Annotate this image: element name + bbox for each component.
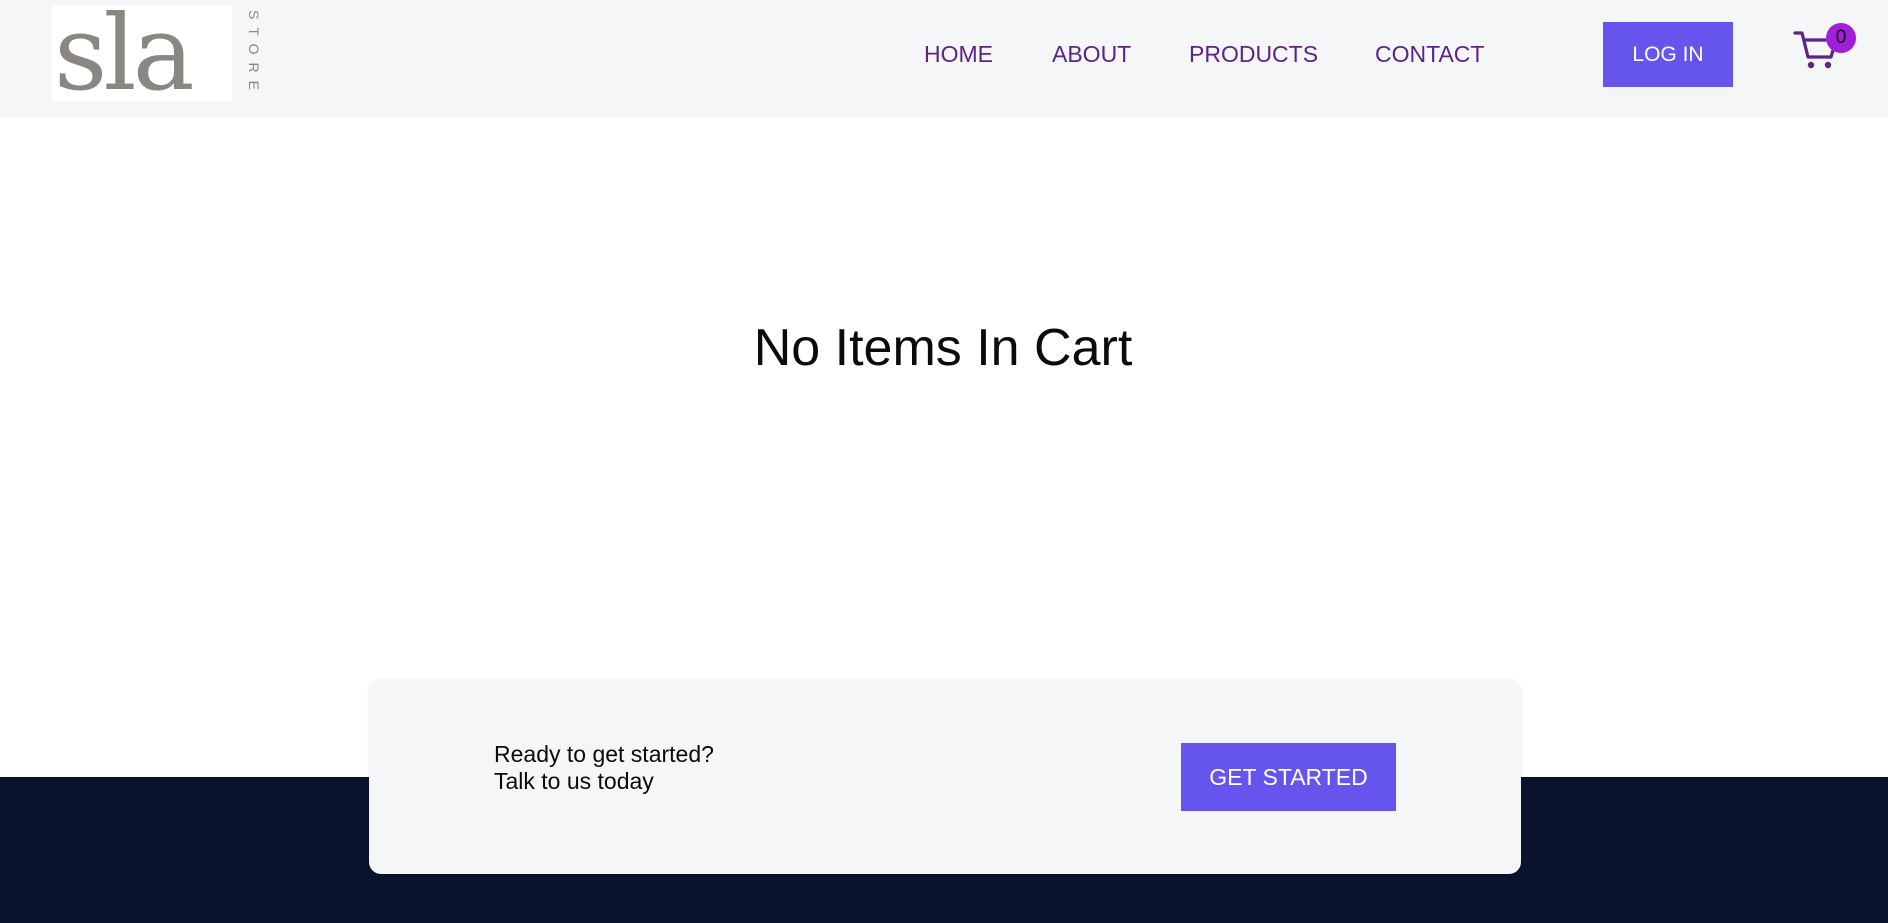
nav-contact-link[interactable]: CONTACT [1375, 41, 1484, 68]
login-button[interactable]: LOG IN [1603, 22, 1733, 87]
cta-line-1: Ready to get started? [494, 741, 714, 767]
get-started-button[interactable]: GET STARTED [1181, 743, 1396, 811]
empty-cart-message: No Items In Cart [0, 318, 1888, 378]
cta-text: Ready to get started? Talk to us today [494, 741, 714, 795]
store-logo[interactable]: sla STORE [52, 6, 268, 102]
cart-count-badge: 0 [1826, 23, 1856, 53]
cta-line-2: Talk to us today [494, 768, 654, 794]
logo-wordmark: sla [52, 6, 232, 102]
cart-button[interactable]: 0 [1793, 22, 1856, 76]
cta-card: Ready to get started? Talk to us today G… [369, 679, 1521, 874]
nav-home-link[interactable]: HOME [924, 41, 993, 68]
empty-cart-text: No Items In Cart [753, 319, 1133, 377]
nav-about-link[interactable]: ABOUT [1052, 41, 1131, 68]
logo-subtitle: STORE [246, 10, 262, 98]
site-header: sla STORE HOME ABOUT PRODUCTS CONTACT LO… [0, 0, 1888, 117]
nav-products-link[interactable]: PRODUCTS [1189, 41, 1318, 68]
